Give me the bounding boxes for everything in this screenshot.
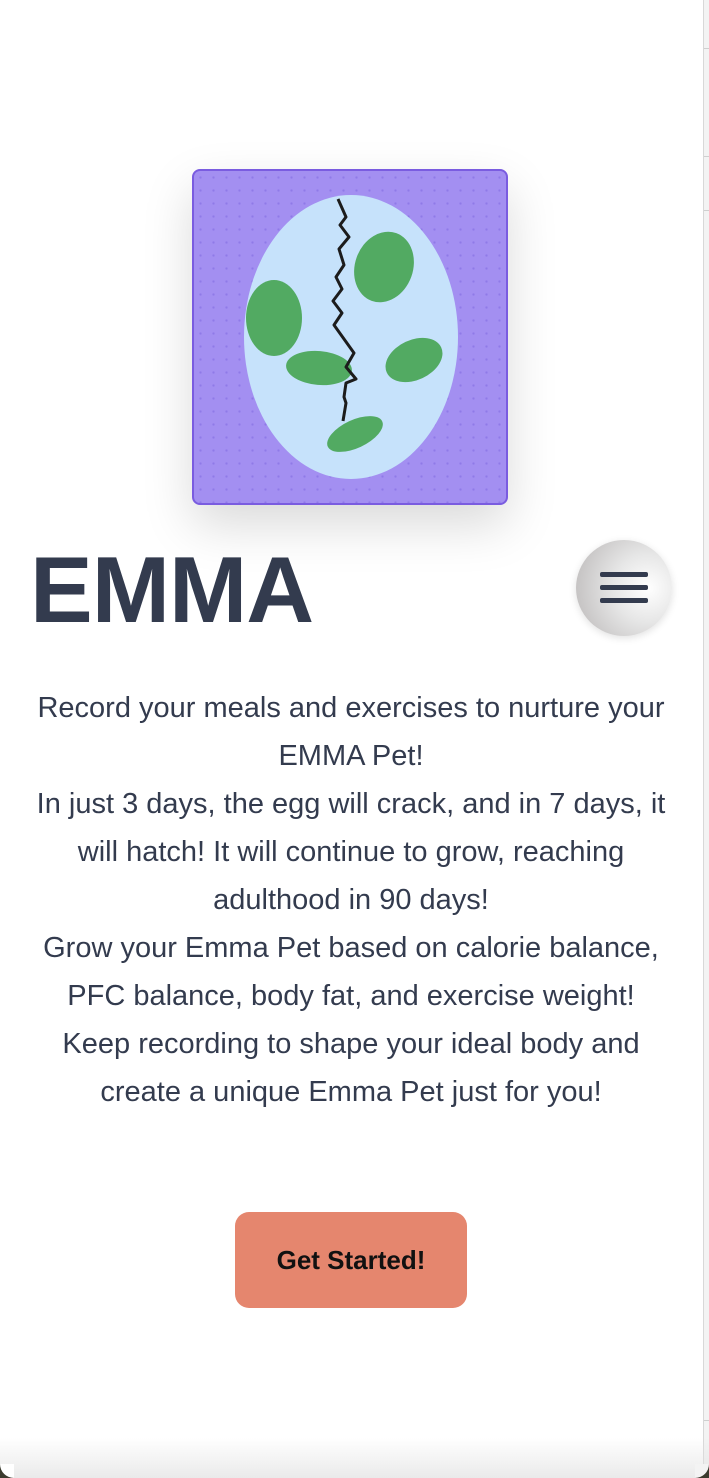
- cracked-egg-icon: [244, 195, 458, 479]
- egg-spot: [246, 280, 302, 356]
- menu-button[interactable]: [576, 540, 672, 636]
- get-started-button[interactable]: Get Started!: [235, 1212, 467, 1308]
- hamburger-menu-icon: [600, 572, 648, 577]
- pet-egg-image: [192, 169, 508, 505]
- window-edge-divider: [704, 210, 709, 211]
- window-bottom-edge: [0, 1438, 709, 1478]
- intro-paragraph: Record your meals and exercises to nurtu…: [37, 692, 665, 772]
- window-edge-divider: [704, 48, 709, 49]
- intro-paragraph: Keep recording to shape your ideal body …: [62, 1028, 640, 1108]
- app-title: EMMA: [30, 537, 314, 642]
- window-corner: [0, 1464, 14, 1478]
- window-corner: [695, 1464, 709, 1478]
- intro-paragraph: In just 3 days, the egg will crack, and …: [36, 788, 666, 916]
- window-edge-divider: [704, 156, 709, 157]
- landing-page: EMMA Record your meals and exercises to …: [0, 0, 709, 1478]
- hamburger-menu-icon-bar: [600, 598, 648, 603]
- window-edge: [703, 0, 709, 1478]
- intro-paragraph: Grow your Emma Pet based on calorie bala…: [43, 932, 659, 1012]
- window-edge-divider: [704, 1420, 709, 1421]
- intro-description: Record your meals and exercises to nurtu…: [20, 684, 682, 1116]
- hamburger-menu-icon-bar: [600, 585, 648, 590]
